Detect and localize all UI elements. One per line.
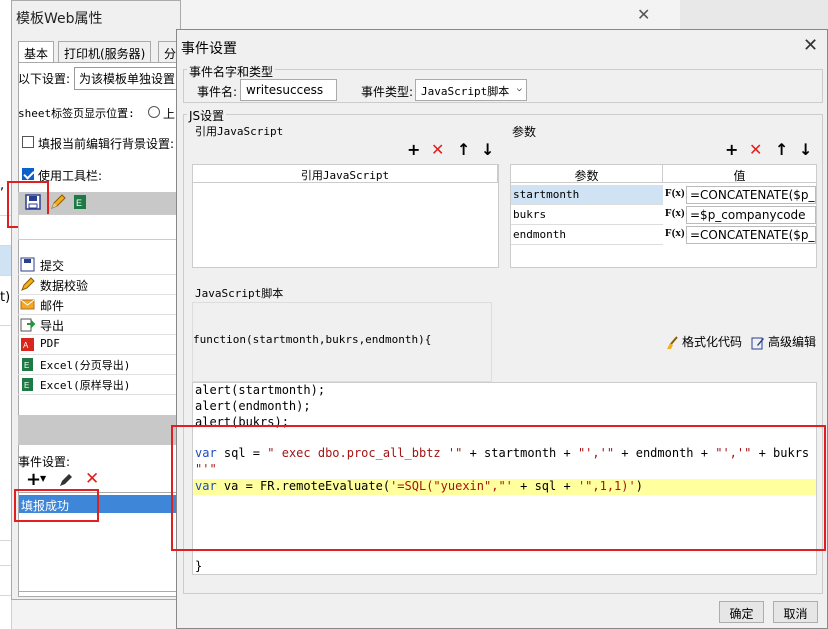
up-arrow-icon[interactable]: ↑	[775, 142, 788, 158]
name-type-legend: 事件名字和类型	[187, 63, 276, 80]
close-icon[interactable]: ✕	[803, 35, 818, 56]
list-item-export[interactable]: 导出	[18, 315, 180, 335]
sheet-position-label: sheet标签页显示位置:	[18, 107, 135, 120]
back-dialog-title: 模板Web属性	[16, 11, 103, 27]
submit-icon	[20, 257, 35, 272]
list-item-label: Excel(原样导出)	[40, 379, 131, 392]
fx-icon[interactable]: F(x)	[665, 187, 685, 199]
tab-printer[interactable]: 打印机(服务器)	[58, 41, 152, 63]
list-item-validate[interactable]: 数据校验	[18, 275, 180, 295]
pdf-icon: A	[21, 338, 34, 351]
list-item-label: 提交	[40, 259, 65, 273]
edit-icon[interactable]	[59, 473, 73, 487]
param-name-cell[interactable]: endmonth	[511, 225, 663, 245]
add-param-icon[interactable]: +	[725, 142, 738, 158]
pencil-icon[interactable]	[50, 194, 66, 210]
event-type-value: JavaScript脚本	[421, 85, 510, 98]
event-type-label: 事件类型:	[361, 85, 414, 99]
delete-icon[interactable]: ✕	[85, 469, 99, 489]
param-name-cell[interactable]: startmonth	[511, 185, 663, 205]
list-item-excel-original[interactable]: E Excel(原样导出)	[18, 375, 180, 395]
down-arrow-icon[interactable]: ↓	[799, 142, 812, 158]
settings-label: 以下设置:	[18, 72, 71, 86]
advanced-edit-button[interactable]: 高级编辑	[751, 333, 816, 350]
back-close-icon[interactable]: ✕	[637, 5, 650, 24]
ok-button[interactable]: 确定	[719, 601, 764, 623]
excel-icon: E	[22, 358, 33, 371]
format-code-label: 格式化代码	[682, 335, 743, 349]
list-item-pdf[interactable]: A PDF	[18, 335, 180, 355]
fill-bg-label: 填报当前编辑行背景设置:	[38, 137, 175, 151]
ref-js-table: 引用JavaScript	[192, 164, 499, 268]
list-item-label: PDF	[40, 337, 60, 350]
fx-icon[interactable]: F(x)	[665, 227, 685, 239]
sheet-radio[interactable]	[148, 106, 160, 118]
format-code-button[interactable]: 格式化代码	[665, 333, 742, 350]
list-item-label: 邮件	[40, 299, 65, 313]
param-name-cell[interactable]: bukrs	[511, 205, 663, 225]
excel-icon[interactable]: E	[72, 194, 88, 210]
code-line: alert(startmonth);	[195, 383, 326, 397]
tab-basic[interactable]: 基本	[18, 41, 55, 63]
chevron-down-icon: ⌵	[516, 84, 522, 94]
svg-text:E: E	[24, 381, 29, 390]
list-item-label: Excel(分页导出)	[40, 359, 131, 372]
event-settings-label: 事件设置:	[18, 455, 71, 469]
params-table: 参数 值 startmonth F(x) =CONCATENATE($p_ bu…	[510, 164, 817, 268]
event-name-input[interactable]: writesuccess	[240, 79, 337, 101]
js-script-label: JavaScript脚本	[195, 287, 284, 300]
down-arrow-icon[interactable]: ↓	[481, 142, 494, 158]
toolbar-preview-strip	[18, 415, 180, 445]
params-label: 参数	[512, 125, 537, 139]
chevron-down-icon[interactable]: ▼	[40, 474, 46, 483]
up-arrow-icon[interactable]: ↑	[457, 142, 470, 158]
toolbar-empty-row	[18, 214, 180, 240]
delete-ref-icon[interactable]: ✕	[431, 142, 444, 158]
list-item-submit[interactable]: 提交	[18, 255, 180, 275]
list-item-label: 数据校验	[40, 279, 89, 293]
settings-select[interactable]: 为该模板单独设置	[74, 67, 178, 90]
list-item-excel-page[interactable]: E Excel(分页导出)	[18, 355, 180, 375]
cancel-button[interactable]: 取消	[773, 601, 818, 623]
highlight-event-box	[14, 489, 99, 522]
param-value-cell[interactable]: =CONCATENATE($p_	[686, 226, 816, 244]
ref-js-label: 引用JavaScript	[195, 125, 284, 138]
validate-icon	[21, 277, 35, 291]
excel-icon: E	[22, 378, 33, 391]
background-text: t)	[0, 290, 11, 305]
svg-text:E: E	[76, 198, 82, 208]
use-toolbar-checkbox[interactable]	[22, 168, 34, 180]
fill-bg-checkbox[interactable]	[22, 136, 34, 148]
dialog-title: 事件设置	[181, 41, 237, 57]
mail-icon	[20, 299, 35, 310]
params-header-value: 值	[663, 165, 816, 183]
highlight-code-box	[171, 425, 826, 551]
delete-param-icon[interactable]: ✕	[749, 142, 762, 158]
function-signature: function(startmonth,bukrs,endmonth){	[193, 333, 432, 346]
closing-brace: }	[195, 559, 203, 573]
add-ref-icon[interactable]: +	[407, 142, 420, 158]
list-item-mail[interactable]: 邮件	[18, 295, 180, 315]
background-text: ,	[0, 178, 5, 193]
broom-icon	[667, 335, 678, 349]
background-column-header	[680, 0, 828, 30]
sheet-radio-label: 上	[163, 107, 176, 121]
params-header-name: 参数	[511, 165, 663, 183]
list-item-label: 导出	[40, 319, 65, 333]
code-line: alert(endmonth);	[195, 399, 311, 413]
param-value-cell[interactable]: =CONCATENATE($p_	[686, 186, 816, 204]
param-value-cell[interactable]: =$p_companycode	[686, 206, 816, 224]
event-type-select[interactable]: JavaScript脚本 ⌵	[415, 79, 527, 101]
js-legend: JS设置	[187, 107, 227, 124]
event-name-label: 事件名:	[197, 85, 238, 99]
svg-text:A: A	[23, 341, 29, 350]
svg-text:E: E	[24, 361, 29, 370]
add-icon[interactable]: +	[26, 469, 41, 490]
ref-js-header: 引用JavaScript	[193, 165, 498, 183]
advanced-edit-label: 高级编辑	[768, 335, 817, 349]
fx-icon[interactable]: F(x)	[665, 207, 685, 219]
export-icon	[20, 318, 35, 332]
edit-icon	[751, 337, 764, 349]
